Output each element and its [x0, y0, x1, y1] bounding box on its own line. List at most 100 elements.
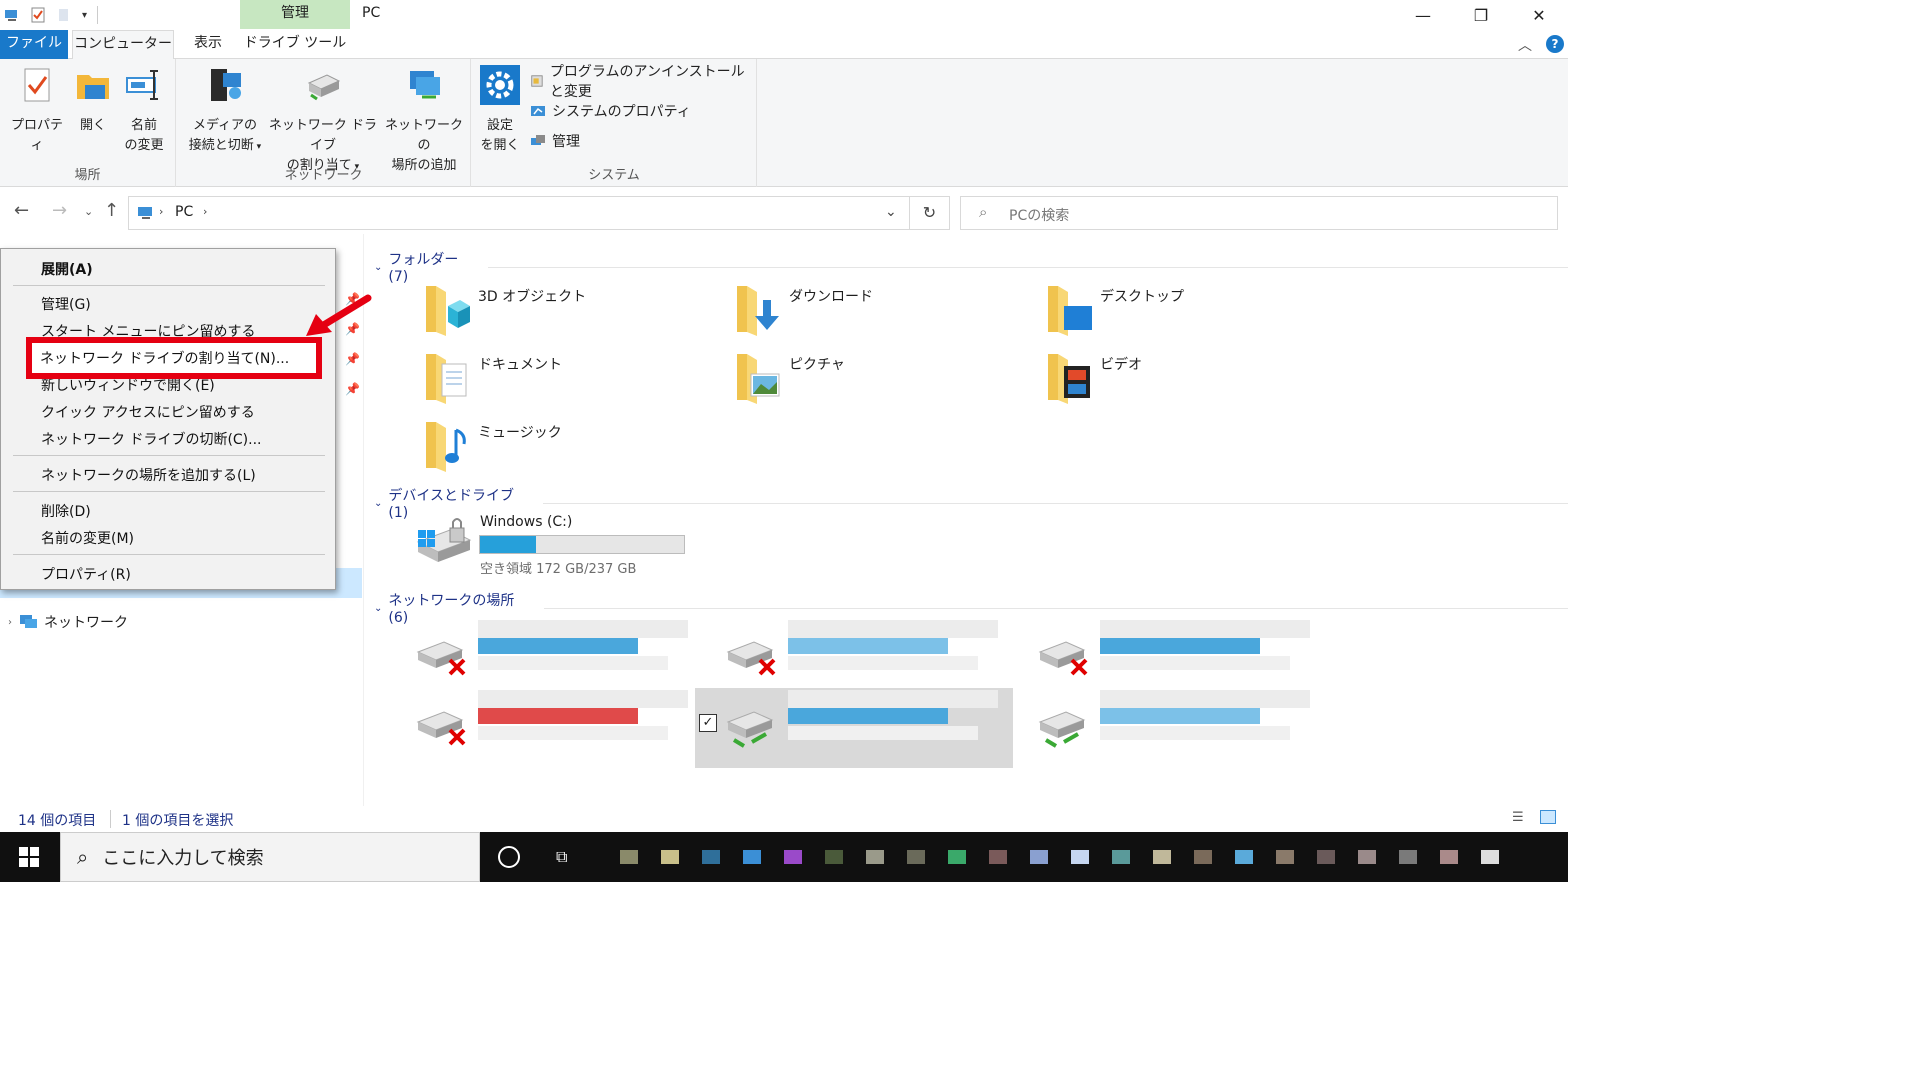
cortana-icon[interactable] — [498, 846, 520, 868]
media-connect-button[interactable]: メディアの 接続と切断 ▾ — [183, 65, 267, 157]
search-box[interactable]: ⌕ PCの検索 — [960, 196, 1558, 230]
taskbar-app-icon[interactable] — [1481, 850, 1499, 864]
pin-icon[interactable]: 📌 — [345, 382, 360, 396]
open-settings-button[interactable]: 設定 を開く — [478, 65, 522, 156]
menu-item-map-network-drive[interactable]: ネットワーク ドライブの割り当て(N)... — [40, 348, 289, 368]
windows-drive-icon[interactable] — [414, 512, 476, 574]
uninstall-programs-button[interactable]: プログラムのアンインストールと変更 — [530, 64, 756, 100]
taskbar-app-icon[interactable] — [948, 850, 966, 864]
tab-drive-tools[interactable]: ドライブ ツール — [240, 30, 350, 59]
collapse-chevron-icon[interactable]: ⌄ — [374, 262, 382, 273]
folder-videos[interactable]: ビデオ — [1044, 348, 1142, 404]
tab-file[interactable]: ファイル — [0, 30, 68, 59]
taskbar-app-icon[interactable] — [702, 850, 720, 864]
menu-item-delete[interactable]: 削除(D) — [41, 501, 91, 521]
pin-icon[interactable]: 📌 — [345, 352, 360, 366]
breadcrumb-chevron-icon[interactable]: › — [159, 205, 163, 218]
folder-documents[interactable]: ドキュメント — [422, 348, 562, 404]
close-button[interactable]: ✕ — [1510, 0, 1568, 30]
back-arrow-icon[interactable]: ← — [14, 200, 29, 221]
taskbar-app-icon[interactable] — [1235, 850, 1253, 864]
taskbar-app-icon[interactable] — [1399, 850, 1417, 864]
taskbar-search-box[interactable]: ⌕ ここに入力して検索 — [60, 832, 480, 882]
menu-item-expand[interactable]: 展開(A) — [41, 259, 93, 279]
add-network-location-button[interactable]: ネットワークの 場所の追加 — [381, 65, 467, 176]
task-view-icon[interactable]: ⧉ — [556, 847, 567, 867]
taskbar-app-icon[interactable] — [825, 850, 843, 864]
maximize-button[interactable]: ❐ — [1452, 0, 1510, 30]
taskbar-app-icon[interactable] — [743, 850, 761, 864]
properties-button[interactable]: プロパティ — [6, 65, 68, 156]
address-bar[interactable]: › PC › ⌄ — [128, 196, 910, 230]
new-folder-icon[interactable] — [56, 7, 72, 23]
map-drive-highlight-box[interactable]: ネットワーク ドライブの割り当て(N)... — [26, 337, 322, 379]
large-icons-view-icon[interactable] — [1540, 810, 1556, 824]
forward-arrow-icon[interactable]: → — [52, 200, 67, 221]
properties-check-icon[interactable] — [30, 7, 46, 23]
qat-customize-icon[interactable]: ▾ — [82, 10, 87, 21]
menu-item-add-network-location[interactable]: ネットワークの場所を追加する(L) — [41, 465, 256, 485]
search-input[interactable]: PCの検索 — [1009, 205, 1069, 225]
folder-desktop[interactable]: デスクトップ — [1044, 280, 1184, 336]
help-icon[interactable]: ? — [1546, 35, 1564, 53]
system-properties-label: システムのプロパティ — [552, 104, 691, 120]
folder-pictures[interactable]: ピクチャ — [733, 348, 845, 404]
menu-item-properties[interactable]: プロパティ(R) — [41, 564, 131, 584]
taskbar-app-icon[interactable] — [661, 850, 679, 864]
taskbar-app-icon[interactable] — [620, 850, 638, 864]
minimize-button[interactable]: — — [1394, 0, 1452, 30]
pc-icon — [138, 207, 152, 219]
collapse-chevron-icon[interactable]: ⌄ — [374, 498, 382, 509]
menu-item-disconnect-drive[interactable]: ネットワーク ドライブの切断(C)... — [41, 429, 262, 449]
taskbar-app-icon[interactable] — [784, 850, 802, 864]
taskbar-app-icon[interactable] — [1358, 850, 1376, 864]
refresh-button[interactable]: ↻ — [910, 196, 950, 230]
disconnected-network-drive-icon[interactable] — [414, 630, 474, 680]
breadcrumb-chevron-icon[interactable]: › — [203, 205, 207, 218]
tab-view[interactable]: 表示 — [182, 30, 234, 59]
tab-computer[interactable]: コンピューター — [72, 30, 174, 60]
taskbar-app-icon[interactable] — [866, 850, 884, 864]
address-dropdown-chevron-icon[interactable]: ⌄ — [885, 204, 897, 220]
recent-locations-chevron-icon[interactable]: ⌄ — [84, 205, 93, 218]
taskbar-app-icon[interactable] — [1030, 850, 1048, 864]
disconnected-network-drive-icon[interactable] — [1036, 630, 1096, 680]
taskbar-app-icon[interactable] — [1112, 850, 1130, 864]
taskbar-app-icon[interactable] — [989, 850, 1007, 864]
menu-item-rename[interactable]: 名前の変更(M) — [41, 528, 134, 548]
disconnected-network-drive-icon[interactable] — [414, 700, 474, 750]
start-button[interactable] — [0, 832, 58, 882]
taskbar-app-icon[interactable] — [1194, 850, 1212, 864]
expand-chevron-icon[interactable]: › — [8, 617, 12, 628]
system-properties-button[interactable]: システムのプロパティ — [530, 100, 691, 122]
menu-item-pin-quick-access[interactable]: クイック アクセスにピン留めする — [41, 402, 255, 422]
manage-button[interactable]: 管理 — [530, 130, 580, 152]
up-arrow-icon[interactable]: ↑ — [104, 200, 119, 221]
breadcrumb-pc[interactable]: PC — [175, 204, 193, 220]
taskbar-app-icon[interactable] — [1440, 850, 1458, 864]
taskbar-app-icon[interactable] — [1317, 850, 1335, 864]
collapse-chevron-icon[interactable]: ⌄ — [374, 603, 382, 614]
network-drive-icon[interactable] — [1036, 700, 1096, 750]
map-network-drive-button[interactable]: ネットワーク ドライブ の割り当て ▾ — [267, 65, 379, 177]
network-drive-icon[interactable] — [724, 700, 784, 750]
documents-folder-icon — [426, 354, 467, 404]
menu-item-manage[interactable]: 管理(G) — [41, 294, 91, 314]
taskbar-app-icon[interactable] — [1153, 850, 1171, 864]
folder-downloads[interactable]: ダウンロード — [733, 280, 873, 336]
rename-button[interactable]: 名前 の変更 — [118, 65, 170, 156]
disconnected-network-drive-icon[interactable] — [724, 630, 784, 680]
taskbar-app-icon[interactable] — [1071, 850, 1089, 864]
folder-music[interactable]: ミュージック — [422, 416, 562, 472]
ribbon-collapse-icon[interactable]: ︿ — [1518, 35, 1532, 55]
open-button[interactable]: 開く — [70, 65, 116, 136]
section-divider — [542, 502, 1568, 504]
details-view-icon[interactable]: ☰ — [1512, 810, 1524, 825]
folder-3d-objects[interactable]: 3D オブジェクト — [422, 280, 586, 336]
drive-name[interactable]: Windows (C:) — [480, 514, 572, 530]
manage-label: 管理 — [552, 134, 580, 150]
taskbar-app-icon[interactable] — [1276, 850, 1294, 864]
taskbar-app-icon[interactable] — [907, 850, 925, 864]
selection-checkbox[interactable]: ✓ — [699, 714, 717, 732]
nav-item-network[interactable]: › ネットワーク — [8, 612, 128, 632]
